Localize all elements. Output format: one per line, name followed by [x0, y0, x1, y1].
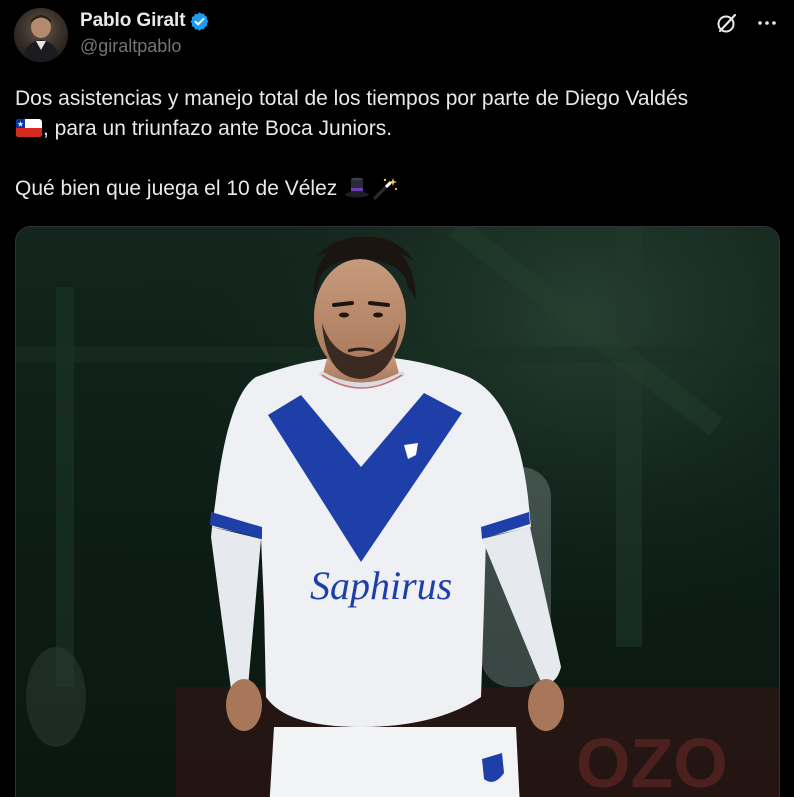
magic-wand-icon: [371, 176, 399, 200]
tweet-line-3: Qué bien que juega el 10 de Vélez: [15, 174, 785, 204]
tweet-line-1: Dos asistencias y manejo total de los ti…: [15, 87, 689, 110]
handle[interactable]: @giraltpablo: [80, 36, 210, 57]
display-name[interactable]: Pablo Giralt: [80, 10, 186, 32]
chile-flag-icon: [15, 116, 43, 140]
svg-text:OZO: OZO: [576, 724, 728, 797]
grok-icon[interactable]: [714, 10, 740, 36]
tweet: Pablo Giralt @giraltpablo Dos asistencia…: [0, 0, 794, 797]
avatar[interactable]: [14, 8, 68, 62]
tweet-line-2-text: , para un triunfazo ante Boca Juniors.: [43, 117, 393, 140]
top-hat-icon: [343, 176, 371, 200]
verified-badge-icon: [189, 11, 210, 32]
tweet-line-2: , para un triunfazo ante Boca Juniors.: [15, 114, 785, 144]
shirt-sponsor-text: Saphirus: [310, 563, 452, 608]
tweet-line-3-text: Qué bien que juega el 10 de Vélez: [15, 177, 338, 200]
tweet-text: Dos asistencias y manejo total de los ti…: [15, 84, 785, 204]
more-icon[interactable]: [754, 10, 780, 36]
tweet-actions: [714, 10, 780, 36]
tweet-media-photo[interactable]: OZO Saphirus: [15, 226, 780, 797]
tweet-header: Pablo Giralt @giraltpablo: [80, 8, 210, 57]
